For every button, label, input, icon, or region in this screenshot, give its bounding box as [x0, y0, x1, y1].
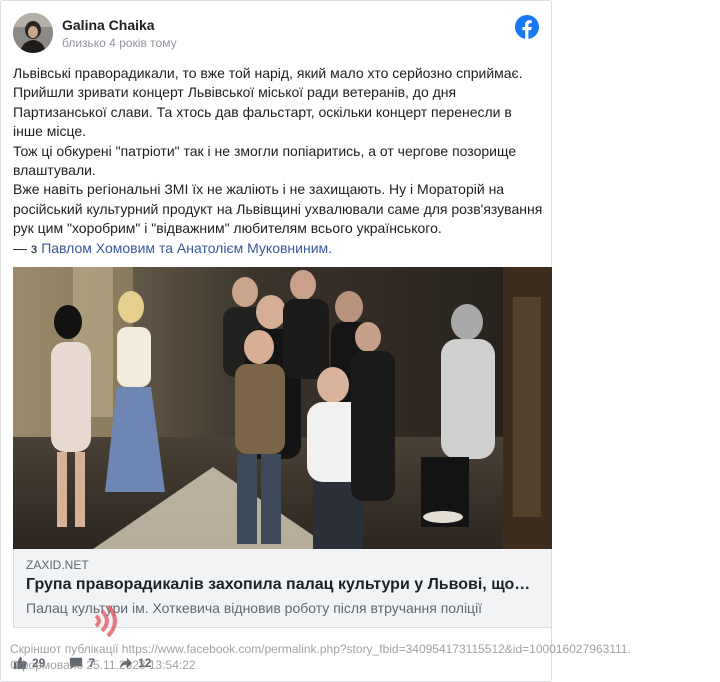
link-preview-title[interactable]: Група праворадикалів захопила палац куль…	[26, 576, 536, 594]
author-avatar[interactable]	[13, 13, 53, 53]
share-arrow-icon	[119, 657, 133, 669]
like-count[interactable]: 29	[13, 656, 45, 670]
like-count-value: 29	[32, 656, 46, 670]
post-header: Galina Chaika близько 4 років тому	[13, 13, 541, 55]
comment-bubble-icon	[70, 657, 83, 670]
facebook-logo-icon[interactable]	[515, 15, 539, 39]
facebook-post-card: Galina Chaika близько 4 років тому Львів…	[0, 0, 552, 682]
comment-count[interactable]: 7	[69, 656, 95, 670]
tagged-person-link[interactable]: Павлом Хомовим	[41, 240, 155, 256]
author-name[interactable]: Galina Chaika	[62, 17, 155, 33]
post-timestamp[interactable]: близько 4 років тому	[62, 36, 177, 50]
post-paragraph: Львівські праворадикали, то вже той нарі…	[13, 65, 523, 140]
tagged-person-link[interactable]: Анатолієм Муковниним	[177, 240, 328, 256]
post-paragraph: Вже навіть регіональні ЗМІ їх не жаліють…	[13, 181, 543, 237]
post-paragraph: Тож ці обкурені "патріоти" так і не змог…	[13, 142, 517, 179]
reaction-bar: 29 7 12	[13, 655, 175, 671]
share-count[interactable]: 12	[119, 656, 151, 670]
tagged-people-line: — з Павлом Хомовим та Анатолієм Муковнин…	[13, 239, 543, 258]
thumbs-up-icon	[13, 656, 27, 670]
link-preview-image[interactable]	[13, 267, 552, 549]
tagged-prefix: — з	[13, 239, 42, 256]
comment-count-value: 7	[88, 656, 96, 670]
link-preview-domain: ZAXID.NET	[26, 558, 89, 572]
tagged-suffix: .	[328, 239, 333, 256]
share-count-value: 12	[138, 656, 152, 670]
tagged-joiner: та	[155, 239, 177, 256]
link-preview-description: Палац культури ім. Хоткевича відновив ро…	[26, 600, 483, 616]
link-preview-box[interactable]: ZAXID.NET Група праворадикалів захопила …	[13, 549, 552, 628]
post-text: Львівські праворадикали, то вже той нарі…	[13, 64, 543, 258]
